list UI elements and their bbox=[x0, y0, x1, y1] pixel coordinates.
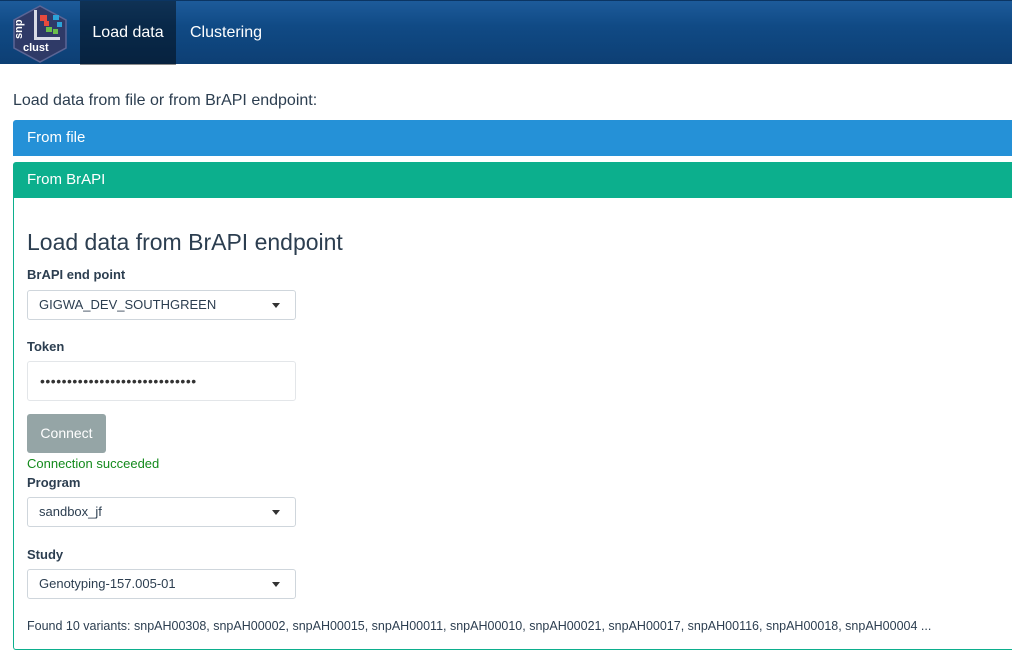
caret-down-icon bbox=[272, 510, 280, 515]
logo-text-clust: clust bbox=[23, 42, 49, 54]
panel-from-file-header[interactable]: From file bbox=[13, 120, 1012, 156]
endpoint-select[interactable]: GIGWA_DEV_SOUTHGREEN bbox=[27, 290, 296, 320]
connection-status: Connection succeeded bbox=[27, 456, 160, 471]
navbar: snp clust Load data Clustering bbox=[0, 0, 1012, 65]
connect-button[interactable]: Connect bbox=[27, 414, 106, 453]
tab-load-data[interactable]: Load data bbox=[80, 1, 176, 65]
token-input[interactable]: ••••••••••••••••••••••••••••• bbox=[27, 361, 296, 401]
study-label: Study bbox=[27, 547, 64, 562]
endpoint-label: BrAPI end point bbox=[27, 267, 126, 282]
panel-from-brapi-header[interactable]: From BrAPI bbox=[13, 162, 1012, 198]
program-label: Program bbox=[27, 475, 81, 490]
found-variants-text: Found 10 variants: snpAH00308, snpAH0000… bbox=[27, 619, 932, 633]
program-select[interactable]: sandbox_jf bbox=[27, 497, 296, 527]
study-select[interactable]: Genotyping-157.005-01 bbox=[27, 569, 296, 599]
study-select-value: Genotyping-157.005-01 bbox=[39, 576, 176, 591]
tab-clustering[interactable]: Clustering bbox=[176, 1, 276, 65]
caret-down-icon bbox=[272, 303, 280, 308]
program-select-value: sandbox_jf bbox=[39, 504, 102, 519]
logo-text-snp: snp bbox=[13, 19, 25, 39]
intro-text: Load data from file or from BrAPI endpoi… bbox=[13, 92, 318, 109]
endpoint-select-value: GIGWA_DEV_SOUTHGREEN bbox=[39, 297, 217, 312]
token-label: Token bbox=[27, 339, 65, 354]
snpclust-logo[interactable]: snp clust bbox=[10, 5, 70, 63]
section-title: Load data from BrAPI endpoint bbox=[27, 229, 343, 255]
caret-down-icon bbox=[272, 582, 280, 587]
